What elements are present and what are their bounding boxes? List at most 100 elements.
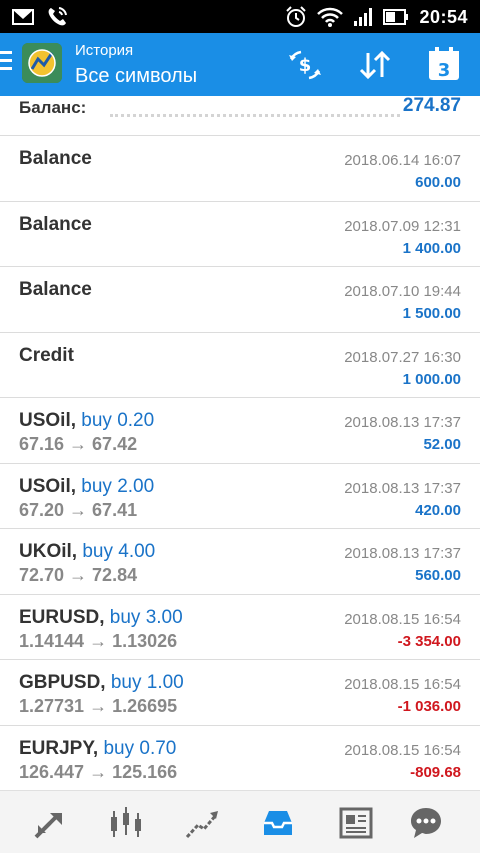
menu-icon[interactable] [0, 51, 14, 75]
nav-chart[interactable] [106, 803, 146, 843]
row-prices: 1.14144 → 1.13026 [19, 631, 177, 652]
row-title: Credit [19, 345, 74, 367]
history-row[interactable]: EURUSD, buy 3.00 1.14144 → 1.13026 2018.08.1… [0, 595, 480, 660]
phone-icon [48, 7, 67, 26]
arrow-right-icon: → [89, 696, 108, 716]
history-row[interactable]: Balance 2018.06.14 16:07 600.00 [0, 136, 480, 202]
open-price: 1.14144 [19, 630, 85, 651]
news-icon [339, 807, 373, 839]
svg-text:3: 3 [438, 60, 451, 81]
row-action: buy 1.00 [110, 672, 184, 693]
row-symbol: Balance [19, 148, 92, 169]
close-price: 1.26695 [112, 696, 178, 716]
wifi-icon [317, 7, 344, 27]
row-title: USOil, buy 0.20 [19, 410, 154, 432]
row-date: 2018.08.13 17:37 [344, 479, 461, 497]
symbol-filter[interactable]: Все символы [75, 65, 197, 88]
trade-icon [185, 811, 218, 839]
svg-text:$: $ [299, 55, 312, 76]
row-date: 2018.07.27 16:30 [344, 348, 461, 366]
row-symbol: GBPUSD, [19, 672, 106, 693]
row-action: buy 3.00 [109, 606, 183, 628]
history-row[interactable]: Credit 2018.07.27 16:30 1 000.00 [0, 333, 480, 398]
nav-quotes[interactable] [30, 803, 70, 843]
row-date: 2018.06.14 16:07 [344, 152, 461, 169]
chart-icon [111, 807, 141, 837]
signal-icon [354, 8, 373, 26]
row-title: EURUSD, buy 3.00 [19, 607, 183, 629]
currency-exchange-icon[interactable]: $ [287, 49, 323, 81]
arrow-right-icon: → [69, 565, 88, 585]
nav-news[interactable] [336, 803, 376, 843]
row-title: Balance [19, 279, 92, 301]
row-action: buy 2.00 [81, 475, 155, 497]
row-date: 2018.08.15 16:54 [344, 676, 461, 693]
row-title: EURJPY, buy 0.70 [19, 738, 176, 760]
row-symbol: Balance [19, 213, 92, 235]
row-title: GBPUSD, buy 1.00 [19, 672, 184, 694]
alarm-icon [286, 6, 307, 27]
row-symbol: USOil, [19, 410, 77, 431]
dotted-leader [110, 114, 400, 117]
nav-history[interactable] [258, 803, 298, 843]
row-symbol: Balance [19, 279, 92, 300]
history-row[interactable]: USOil, buy 0.20 67.16 → 67.42 2018.08.13 17:… [0, 398, 480, 464]
row-amount: 560.00 [415, 567, 461, 584]
row-title: USOil, buy 2.00 [19, 476, 154, 498]
calendar-icon[interactable]: 3 [427, 46, 461, 82]
chat-icon [411, 808, 441, 838]
row-symbol: USOil, [19, 475, 77, 497]
row-amount: 1 400.00 [402, 239, 461, 257]
sort-icon[interactable] [357, 49, 393, 81]
row-date: 2018.07.10 19:44 [344, 283, 461, 300]
status-time: 20:54 [419, 6, 468, 27]
app-bar: История Все символы $ 3 [0, 33, 480, 96]
close-price: 1.13026 [112, 630, 178, 651]
row-action: buy 0.20 [81, 410, 155, 431]
arrow-right-icon: → [89, 630, 108, 651]
row-prices: 67.20 → 67.41 [19, 500, 137, 521]
history-row[interactable]: UKOil, buy 4.00 72.70 → 72.84 2018.08.13 17:… [0, 529, 480, 595]
page-title: История [75, 42, 134, 59]
close-price: 67.42 [92, 434, 138, 454]
history-row[interactable]: EURJPY, buy 0.70 126.447 → 125.166 2018.08.1… [0, 726, 480, 791]
quotes-icon [34, 813, 62, 839]
close-price: 72.84 [92, 565, 138, 585]
balance-summary: Баланс: 274.87 [0, 95, 480, 136]
open-price: 1.27731 [19, 696, 85, 716]
open-price: 72.70 [19, 565, 65, 585]
row-amount: 420.00 [415, 501, 461, 519]
mail-icon [12, 9, 34, 25]
row-date: 2018.08.13 17:37 [344, 414, 461, 431]
battery-icon [383, 9, 409, 25]
row-prices: 72.70 → 72.84 [19, 565, 137, 586]
row-amount: -809.68 [410, 763, 461, 781]
row-amount: 52.00 [423, 436, 461, 453]
row-amount: 1 500.00 [402, 305, 461, 322]
open-price: 126.447 [19, 761, 85, 782]
history-row[interactable]: Balance 2018.07.10 19:44 1 500.00 [0, 267, 480, 333]
history-row[interactable]: USOil, buy 2.00 67.20 → 67.41 2018.08.13 17:… [0, 464, 480, 529]
arrow-right-icon: → [89, 761, 108, 782]
row-symbol: EURJPY, [19, 737, 99, 759]
nav-chat[interactable] [406, 803, 446, 843]
row-date: 2018.07.09 12:31 [344, 217, 461, 235]
row-amount: 1 000.00 [402, 370, 461, 388]
arrow-right-icon: → [69, 499, 88, 520]
row-amount: -3 354.00 [397, 632, 461, 650]
row-date: 2018.08.15 16:54 [344, 741, 461, 759]
history-row[interactable]: Balance 2018.07.09 12:31 1 400.00 [0, 202, 480, 267]
row-symbol: UKOil, [19, 541, 78, 562]
close-price: 125.166 [112, 761, 178, 782]
app-logo [22, 43, 62, 83]
history-icon [264, 811, 292, 835]
row-prices: 1.27731 → 1.26695 [19, 696, 177, 717]
row-prices: 67.16 → 67.42 [19, 434, 137, 455]
row-date: 2018.08.15 16:54 [344, 610, 461, 628]
row-title: UKOil, buy 4.00 [19, 541, 155, 563]
history-row[interactable]: GBPUSD, buy 1.00 1.27731 → 1.26695 2018.08.1… [0, 660, 480, 726]
nav-trade[interactable] [182, 803, 222, 843]
row-action: buy 4.00 [82, 541, 156, 562]
row-symbol: EURUSD, [19, 606, 105, 628]
arrow-right-icon: → [69, 434, 88, 454]
